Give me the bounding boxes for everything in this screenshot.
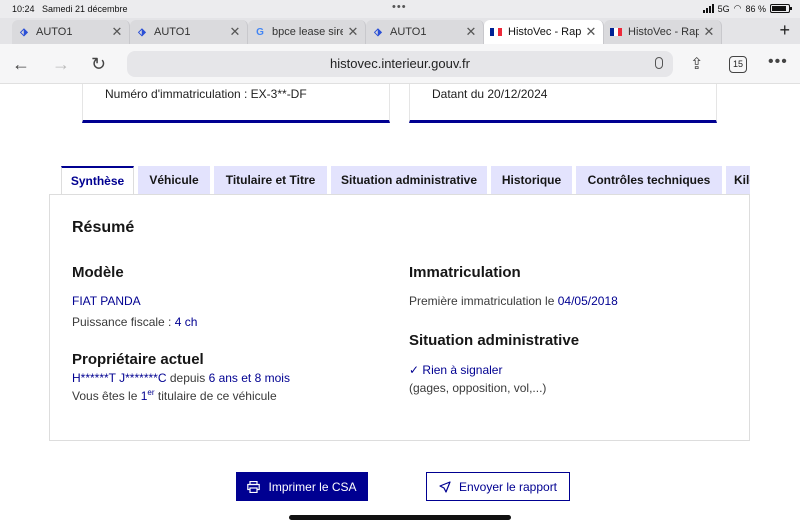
forward-arrow-icon[interactable]: → (52, 54, 70, 75)
address-bar: ← → ↻ histovec.interieur.gouv.fr ⇪ 15 ••… (0, 44, 800, 84)
puissance-value: 4 ch (174, 315, 198, 329)
battery-percent: 86 % (745, 3, 766, 14)
wifi-icon: ◠ (733, 3, 742, 13)
browser-tab-title: bpce lease sire (272, 26, 343, 38)
proprietaire-heading: Propriétaire actuel (72, 351, 204, 368)
home-indicator[interactable] (289, 515, 511, 520)
immatriculation-card: Numéro d'immatriculation : EX-3**-DF (82, 84, 390, 123)
depuis-label: depuis (169, 371, 206, 385)
printer-icon (247, 480, 261, 493)
premiere-immatriculation-label: Première immatriculation le (409, 294, 555, 308)
browser-tab-title: HistoVec - Rapp (508, 26, 581, 38)
signal-icon (702, 4, 714, 13)
puissance-fiscale: Puissance fiscale : 4 ch (72, 315, 197, 329)
browser-tab-google[interactable]: G bpce lease sire ✕ (248, 20, 366, 44)
auto1-logo-icon: ⬗ (20, 26, 28, 38)
immatriculation-number: Numéro d'immatriculation : EX-3**-DF (105, 87, 307, 101)
close-icon[interactable]: ✕ (111, 24, 123, 40)
browser-tab-title: AUTO1 (390, 26, 427, 38)
titulaire-suffix: titulaire de ce véhicule (157, 389, 277, 403)
synthese-panel: Résumé Modèle FIAT PANDA Puissance fisca… (49, 194, 750, 441)
send-report-button[interactable]: Envoyer le rapport (426, 472, 570, 501)
status-date: Samedi 21 décembre (42, 4, 128, 14)
situation-status: ✓ Rien à signaler (409, 363, 502, 377)
back-arrow-icon[interactable]: ← (12, 54, 30, 75)
tab-situation-administrative[interactable]: Situation administrative (331, 166, 487, 194)
depuis-value: 6 ans et 8 mois (208, 371, 290, 385)
browser-tab-auto1-1[interactable]: ⬗ AUTO1 ✕ (12, 20, 130, 44)
microphone-icon[interactable] (655, 57, 663, 69)
tab-synthese[interactable]: Synthèse (61, 166, 134, 194)
summary-title: Résumé (72, 219, 135, 236)
status-bar: 10:24 Samedi 21 décembre ••• 5G ◠ 86 % (0, 0, 800, 18)
situation-status-text: Rien à signaler (422, 363, 503, 377)
titulaire-prefix: Vous êtes le (72, 389, 138, 403)
proprietaire-line: H******T J*******C depuis 6 ans et 8 moi… (72, 371, 290, 385)
url-text: histovec.interieur.gouv.fr (330, 56, 470, 71)
browser-tab-auto1-3[interactable]: ⬗ AUTO1 ✕ (366, 20, 484, 44)
status-right: 5G ◠ 86 % (702, 3, 792, 14)
multitask-dots-icon[interactable]: ••• (392, 1, 407, 13)
french-flag-icon (490, 26, 502, 38)
tab-titulaire-titre[interactable]: Titulaire et Titre (214, 166, 327, 194)
auto1-logo-icon: ⬗ (374, 26, 382, 38)
share-icon[interactable]: ⇪ (690, 54, 703, 74)
network-label: 5G (717, 3, 730, 14)
browser-tab-bar: ⬗ AUTO1 ✕ ⬗ AUTO1 ✕ G bpce lease sire ✕ … (0, 18, 800, 44)
send-icon (439, 480, 451, 493)
premiere-immatriculation: Première immatriculation le 04/05/2018 (409, 294, 618, 308)
puissance-label: Puissance fiscale : (72, 315, 172, 329)
browser-tab-title: AUTO1 (36, 26, 73, 38)
modele-name: FIAT PANDA (72, 294, 141, 308)
tab-vehicule[interactable]: Véhicule (138, 166, 210, 194)
tab-count-button[interactable]: 15 (729, 56, 747, 73)
tab-controles-techniques[interactable]: Contrôles techniques (576, 166, 722, 194)
reload-icon[interactable]: ↻ (91, 54, 106, 75)
rank-suffix: er (147, 388, 155, 397)
modele-heading: Modèle (72, 264, 124, 281)
browser-tab-histovec[interactable]: HistoVec - Rapp ✕ (604, 20, 722, 44)
report-tabs: Synthèse Véhicule Titulaire et Titre Sit… (61, 166, 750, 194)
immatriculation-heading: Immatriculation (409, 264, 521, 281)
new-tab-icon[interactable]: + (779, 20, 790, 41)
status-time: 10:24 (12, 4, 35, 14)
french-flag-icon (610, 26, 622, 38)
titulaire-rank: 1er (141, 388, 155, 403)
page-content: Numéro d'immatriculation : EX-3**-DF Dat… (0, 84, 800, 525)
browser-tab-histovec-active[interactable]: HistoVec - Rapp ✕ (484, 20, 604, 44)
situation-note: (gages, opposition, vol,...) (409, 381, 547, 395)
browser-tab-auto1-2[interactable]: ⬗ AUTO1 ✕ (130, 20, 248, 44)
close-icon[interactable]: ✕ (465, 24, 477, 40)
print-csa-button[interactable]: Imprimer le CSA (236, 472, 368, 501)
close-icon[interactable]: ✕ (585, 24, 597, 40)
print-csa-label: Imprimer le CSA (268, 479, 357, 494)
close-icon[interactable]: ✕ (229, 24, 241, 40)
premiere-immatriculation-date: 04/05/2018 (557, 294, 618, 308)
battery-icon (770, 4, 792, 13)
report-date-card: Datant du 20/12/2024 (409, 84, 717, 123)
report-date: Datant du 20/12/2024 (432, 87, 548, 101)
browser-tab-title: AUTO1 (154, 26, 191, 38)
more-menu-icon[interactable]: ••• (768, 53, 788, 71)
url-field[interactable]: histovec.interieur.gouv.fr (127, 51, 673, 77)
tab-kilometrage[interactable]: Kilo (726, 166, 750, 194)
browser-tab-title: HistoVec - Rapp (628, 26, 699, 38)
close-icon[interactable]: ✕ (347, 24, 359, 40)
send-report-label: Envoyer le rapport (458, 479, 558, 494)
google-icon: G (256, 26, 264, 38)
situation-heading: Situation administrative (409, 332, 580, 349)
proprietaire-name: H******T J*******C (72, 371, 167, 385)
tab-historique[interactable]: Historique (491, 166, 572, 194)
auto1-logo-icon: ⬗ (138, 26, 146, 38)
close-icon[interactable]: ✕ (703, 24, 715, 40)
check-icon: ✓ (409, 363, 420, 377)
titulaire-rank-line: Vous êtes le 1er titulaire de ce véhicul… (72, 388, 277, 403)
